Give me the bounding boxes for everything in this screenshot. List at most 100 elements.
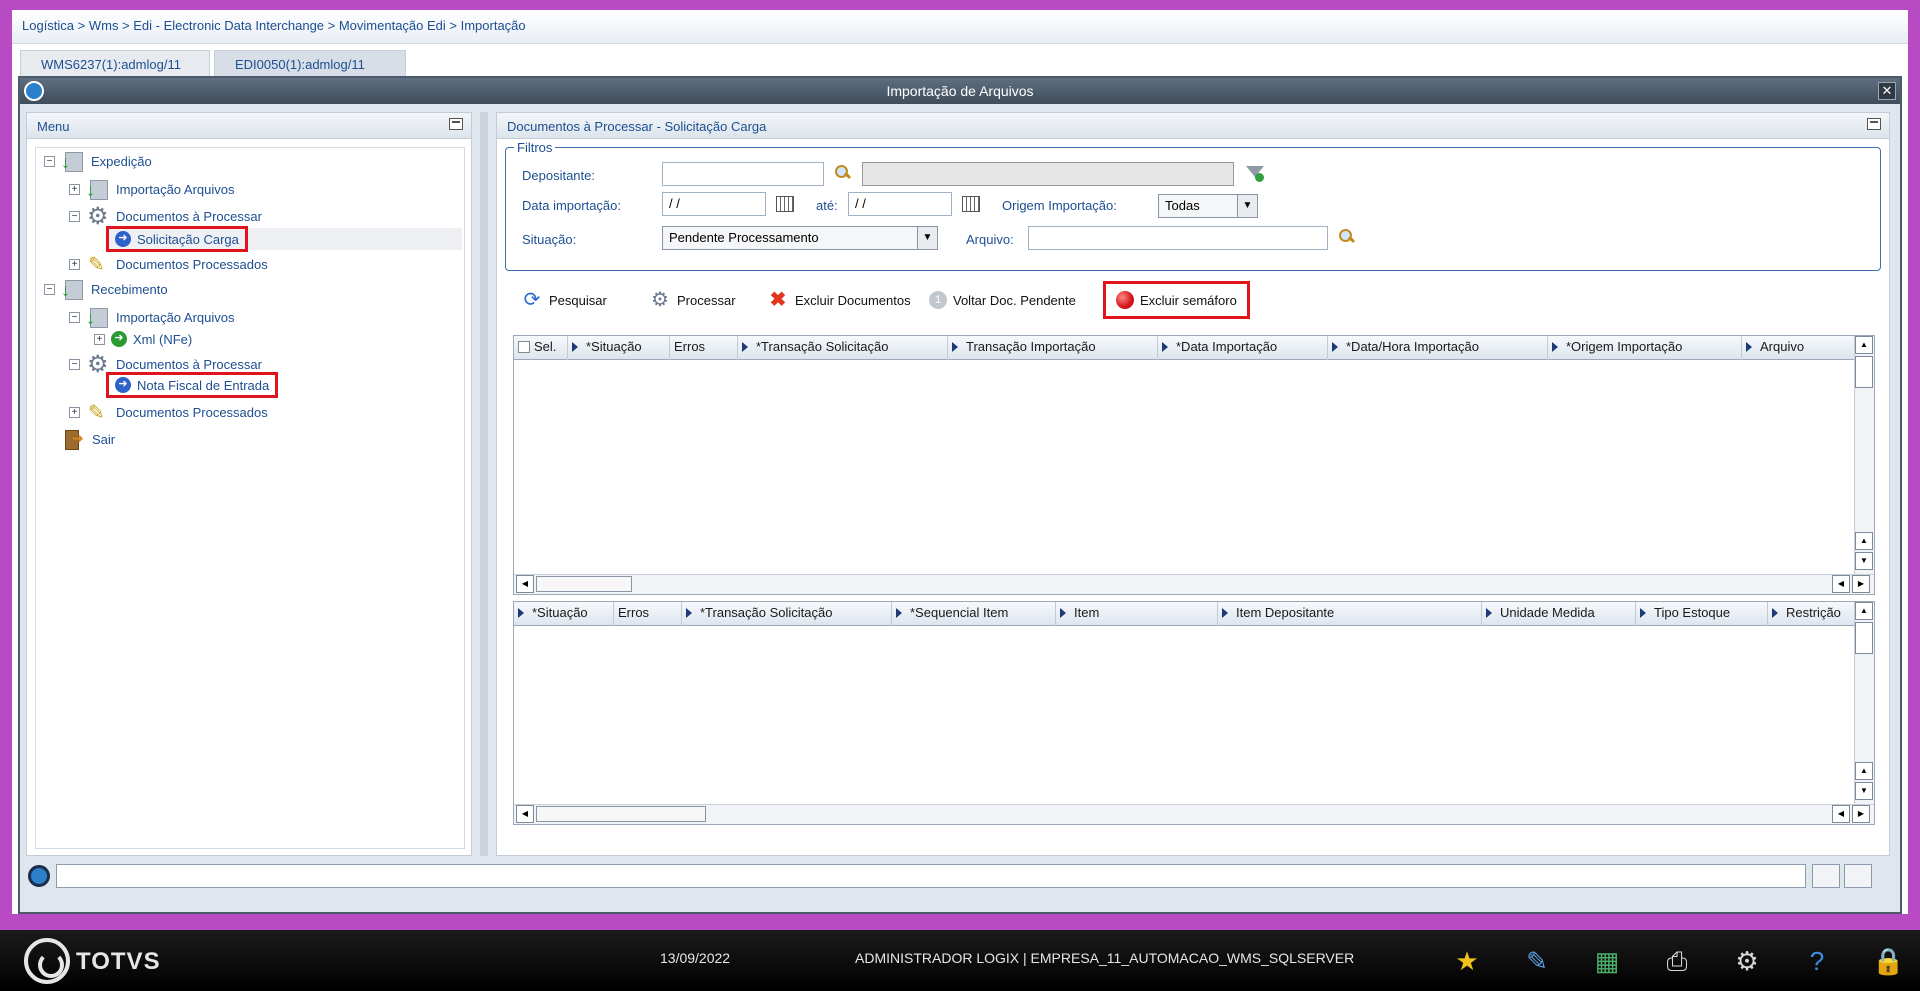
collapse-icon[interactable]: −	[69, 311, 80, 323]
scroll-up-icon[interactable]: ▲	[1855, 602, 1873, 620]
scroll-right-icon[interactable]: ▶	[1852, 805, 1870, 823]
printer-icon[interactable]: ⎙	[1662, 946, 1692, 976]
status-logo-icon	[28, 865, 50, 887]
situacao-select[interactable]: Pendente Processamento ▼	[662, 226, 938, 250]
scroll-up-icon[interactable]: ▲	[1855, 532, 1873, 550]
column-header-sel[interactable]: Sel.	[514, 336, 568, 360]
column-header-tipo-estoque[interactable]: Tipo Estoque	[1636, 602, 1768, 626]
collapse-icon[interactable]: −	[44, 283, 55, 295]
scroll-thumb[interactable]	[536, 806, 706, 822]
tree-node-documentos-processados[interactable]: + Documentos Processados	[69, 252, 268, 277]
scroll-up-icon[interactable]: ▲	[1855, 762, 1873, 780]
column-header-erros[interactable]: Erros	[614, 602, 682, 626]
chat-icon[interactable]	[1876, 864, 1904, 888]
package-icon[interactable]: ▦	[1592, 946, 1622, 976]
scroll-down-icon[interactable]: ▼	[1855, 552, 1873, 570]
minimize-icon[interactable]	[1867, 118, 1881, 130]
tab-edi0050[interactable]: EDI0050(1):admlog/11	[214, 50, 406, 76]
excluir-documentos-button[interactable]: ✖ Excluir Documentos	[767, 281, 911, 319]
data-importacao-to-input[interactable]: / /	[848, 192, 952, 216]
main-panel-title: Documentos à Processar - Solicitação Car…	[507, 119, 767, 134]
tree-label: Importação Arquivos	[116, 181, 235, 197]
column-header-transacao-solicitacao[interactable]: *Transação Solicitação	[738, 336, 948, 360]
scroll-up-icon[interactable]: ▲	[1855, 336, 1873, 354]
calendar-icon[interactable]	[962, 196, 980, 212]
minimize-icon[interactable]	[449, 118, 463, 130]
status-message-field	[56, 864, 1806, 888]
horizontal-scrollbar[interactable]: ◀ ◀ ▶	[514, 804, 1874, 824]
scroll-left-icon[interactable]: ◀	[1832, 575, 1850, 593]
tree-node-xml-nfe[interactable]: + ➜ Xml (NFe)	[94, 328, 192, 350]
scroll-thumb[interactable]	[536, 576, 632, 592]
column-header-item[interactable]: Item	[1056, 602, 1218, 626]
tree-node-documentos-processar[interactable]: − Documentos à Processar	[69, 202, 262, 231]
menu-panel-header: Menu	[27, 113, 471, 139]
column-label: *Origem Importação	[1566, 339, 1683, 354]
column-header-sequencial-item[interactable]: *Sequencial Item	[892, 602, 1056, 626]
processar-button[interactable]: ⚙ Processar	[649, 281, 736, 319]
collapse-icon[interactable]: −	[69, 358, 80, 370]
column-header-erros[interactable]: Erros	[670, 336, 738, 360]
filter-icon[interactable]	[1244, 163, 1266, 185]
tree-node-recebimento[interactable]: − Recebimento	[44, 278, 168, 301]
scroll-down-icon[interactable]: ▼	[1855, 782, 1873, 800]
eraser-icon[interactable]: ✎	[1522, 946, 1552, 976]
column-header-origem-importacao[interactable]: *Origem Importação	[1548, 336, 1742, 360]
depositante-input[interactable]	[662, 162, 824, 186]
calendar-icon[interactable]	[776, 196, 794, 212]
documents-grid[interactable]: Sel. *Situação Erros *Transação Solicita…	[513, 335, 1875, 595]
tree-node-nota-fiscal-entrada[interactable]: ➜ Nota Fiscal de Entrada	[106, 372, 279, 398]
vertical-scrollbar[interactable]: ▲ ▲ ▼	[1854, 602, 1874, 804]
expand-icon[interactable]: +	[69, 183, 80, 195]
tree-node-solicitacao-carga[interactable]: ➜ Solicitação Carga	[106, 226, 462, 252]
collapse-icon[interactable]: −	[69, 210, 80, 222]
data-importacao-from-input[interactable]: / /	[662, 192, 766, 216]
expand-icon[interactable]: +	[69, 258, 80, 270]
column-header-unidade-medida[interactable]: Unidade Medida	[1482, 602, 1636, 626]
column-header-transacao-importacao[interactable]: Transação Importação	[948, 336, 1158, 360]
search-icon[interactable]	[834, 164, 852, 182]
horizontal-scrollbar[interactable]: ◀ ◀ ▶	[514, 574, 1874, 594]
column-header-data-hora-importacao[interactable]: *Data/Hora Importação	[1328, 336, 1548, 360]
scroll-left-icon[interactable]: ◀	[516, 805, 534, 823]
column-header-data-importacao[interactable]: *Data Importação	[1158, 336, 1328, 360]
pesquisar-button[interactable]: ⟳ Pesquisar	[521, 281, 607, 319]
column-header-situacao[interactable]: *Situação	[514, 602, 614, 626]
scroll-thumb[interactable]	[1855, 356, 1873, 388]
tree-node-expedicao[interactable]: − Expedição	[44, 150, 152, 173]
origem-importacao-select[interactable]: Todas ▼	[1158, 194, 1258, 218]
column-header-transacao-solicitacao[interactable]: *Transação Solicitação	[682, 602, 892, 626]
chevron-down-icon: ▼	[917, 227, 937, 249]
vertical-scrollbar[interactable]: ▲ ▲ ▼	[1854, 336, 1874, 574]
tab-wms6237[interactable]: WMS6237(1):admlog/11	[20, 50, 210, 76]
tree-node-importacao-arquivos-rec[interactable]: − Importação Arquivos	[69, 306, 235, 329]
tree-node-importacao-arquivos[interactable]: + Importação Arquivos	[69, 178, 235, 201]
expand-icon[interactable]: +	[69, 406, 80, 418]
select-all-checkbox[interactable]	[518, 341, 530, 353]
tree-node-documentos-processados-rec[interactable]: + Documentos Processados	[69, 400, 268, 425]
items-grid[interactable]: *Situação Erros *Transação Solicitação *…	[513, 601, 1875, 825]
voltar-doc-pendente-button[interactable]: 1 Voltar Doc. Pendente	[929, 281, 1076, 319]
lock-icon[interactable]: 🔒	[1872, 946, 1904, 976]
help-icon[interactable]: ?	[1802, 946, 1832, 976]
expand-icon[interactable]: +	[94, 333, 105, 345]
resize-icon[interactable]	[1812, 864, 1840, 888]
column-header-restricao[interactable]: Restrição	[1768, 602, 1856, 626]
collapse-icon[interactable]: −	[44, 155, 55, 167]
scroll-left-icon[interactable]: ◀	[516, 575, 534, 593]
scroll-right-icon[interactable]: ▶	[1852, 575, 1870, 593]
tree-node-sair[interactable]: Sair	[62, 428, 115, 450]
edit-icon[interactable]	[1844, 864, 1872, 888]
column-header-item-depositante[interactable]: Item Depositante	[1218, 602, 1482, 626]
close-icon[interactable]: ✕	[1878, 82, 1896, 100]
arquivo-input[interactable]	[1028, 226, 1328, 250]
star-icon[interactable]: ★	[1452, 946, 1482, 976]
panel-splitter[interactable]	[480, 112, 488, 856]
excluir-semaforo-button[interactable]: Excluir semáforo	[1103, 281, 1250, 319]
column-header-situacao[interactable]: *Situação	[568, 336, 670, 360]
gear-icon[interactable]: ⚙	[1732, 946, 1762, 976]
scroll-left-icon[interactable]: ◀	[1832, 805, 1850, 823]
scroll-thumb[interactable]	[1855, 622, 1873, 654]
column-header-arquivo[interactable]: Arquivo	[1742, 336, 1856, 360]
search-icon[interactable]	[1338, 228, 1356, 246]
